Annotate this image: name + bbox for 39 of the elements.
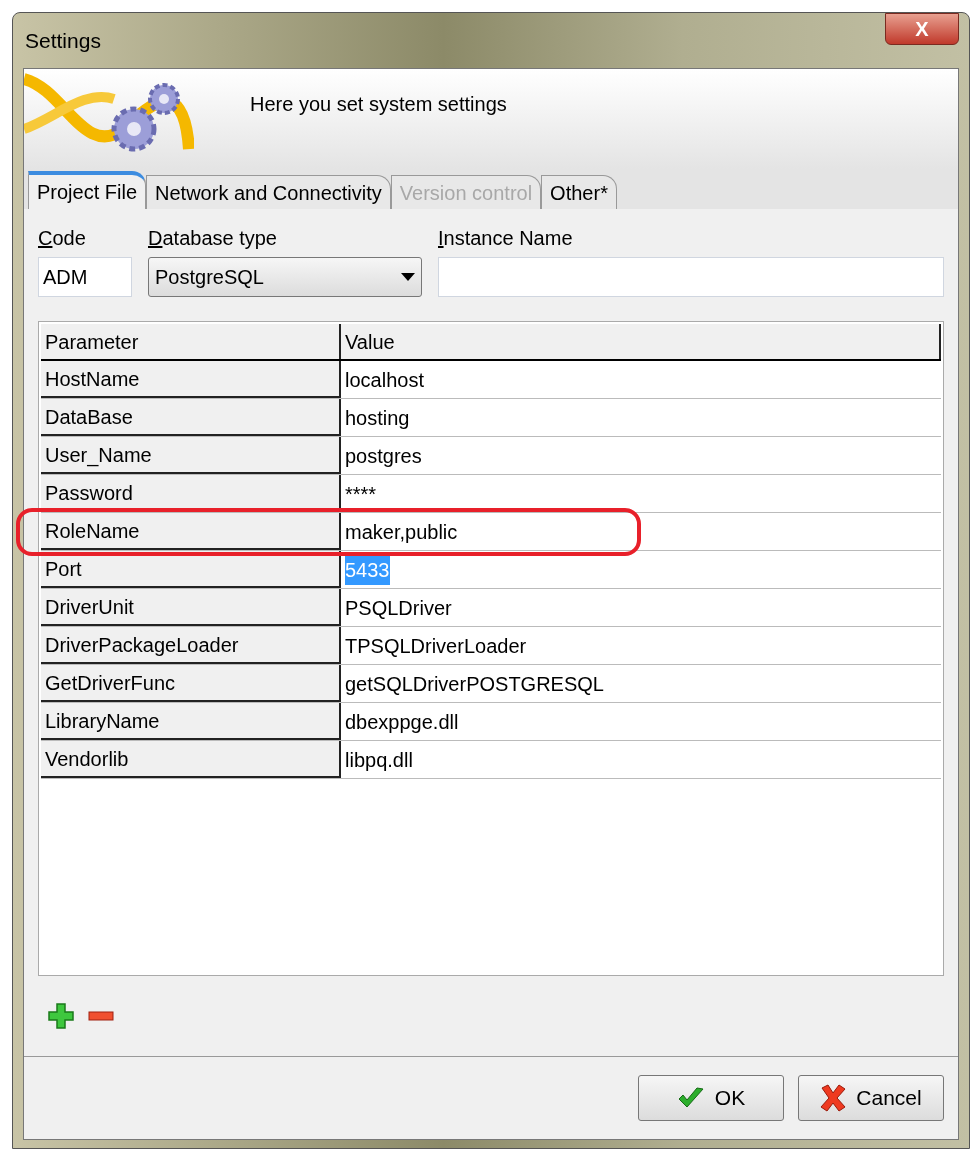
- value-cell[interactable]: TPSQLDriverLoader: [345, 630, 527, 661]
- instance-name-field[interactable]: [438, 257, 944, 297]
- value-cell[interactable]: dbexppge.dll: [345, 706, 459, 737]
- value-cell[interactable]: hosting: [345, 402, 410, 433]
- parameter-cell: LibraryName: [41, 703, 341, 740]
- cross-icon: [820, 1084, 847, 1112]
- value-cell[interactable]: maker,public: [345, 516, 458, 547]
- add-icon[interactable]: [48, 1003, 74, 1029]
- value-cell[interactable]: getSQLDriverPOSTGRESQL: [345, 668, 604, 699]
- ok-button[interactable]: OK: [638, 1075, 784, 1121]
- tab[interactable]: Other*: [541, 175, 617, 209]
- database-type-dropdown[interactable]: PostgreSQL: [148, 257, 422, 297]
- parameter-cell: RoleName: [41, 513, 341, 550]
- caret-icon: [401, 273, 415, 281]
- code-field[interactable]: ADM: [38, 257, 132, 297]
- value-cell[interactable]: localhost: [345, 364, 424, 395]
- parameter-cell: Vendorlib: [41, 741, 341, 778]
- field-label: Database type: [148, 226, 278, 251]
- parameter-cell: DriverPackageLoader: [41, 627, 341, 664]
- header-text: Here you set system settings: [250, 92, 507, 117]
- field-label: Code: [38, 226, 87, 251]
- parameter-cell: User_Name: [41, 437, 341, 474]
- parameter-cell: HostName: [41, 361, 341, 398]
- cancel-button[interactable]: Cancel: [798, 1075, 944, 1121]
- check-icon: [676, 1086, 705, 1110]
- value-cell[interactable]: ****: [345, 478, 377, 509]
- window-title: Settings: [24, 27, 101, 54]
- parameter-cell: DataBase: [41, 399, 341, 436]
- parameter-cell: DriverUnit: [41, 589, 341, 626]
- parameter-cell: GetDriverFunc: [41, 665, 341, 702]
- value-cell[interactable]: PSQLDriver: [345, 592, 452, 623]
- field-label: Instance Name: [438, 226, 574, 251]
- value-cell[interactable]: libpq.dll: [345, 744, 413, 775]
- tab[interactable]: Project File: [28, 171, 147, 209]
- column-header[interactable]: Parameter: [41, 324, 341, 359]
- column-header[interactable]: Value: [341, 324, 941, 359]
- value-cell[interactable]: postgres: [345, 440, 422, 471]
- remove-icon[interactable]: [88, 1011, 114, 1021]
- tab[interactable]: Network and Connectivity: [146, 175, 391, 209]
